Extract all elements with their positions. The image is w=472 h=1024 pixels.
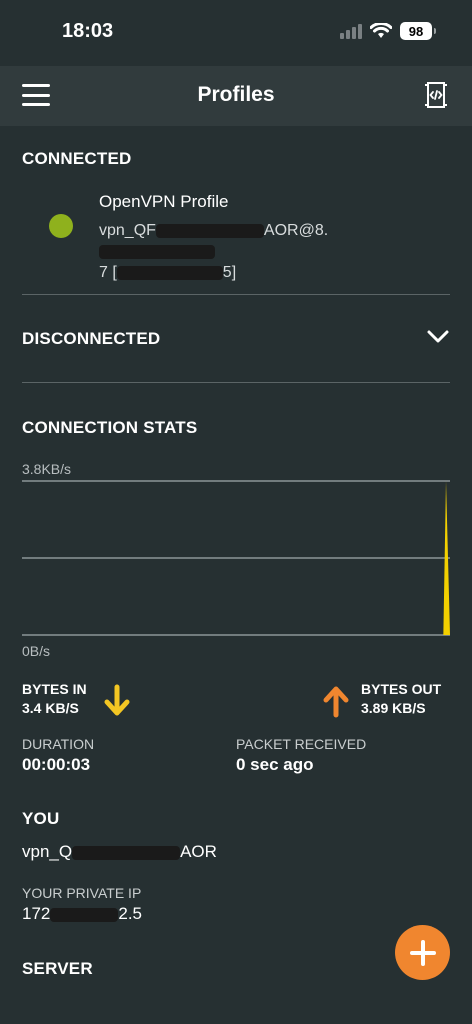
profile-subtitle: vpn_QF AOR@8. 7 [ 5] <box>99 220 429 283</box>
user-name: vpn_Q AOR <box>22 842 217 862</box>
plus-icon <box>409 939 436 966</box>
battery-level: 98 <box>408 23 424 39</box>
profile-subtitle-prefix: vpn_QF <box>99 222 156 239</box>
private-ip-prefix: 172 <box>22 904 51 923</box>
duration-label: DURATION <box>22 736 95 752</box>
import-profile-icon[interactable] <box>422 80 450 110</box>
packet-received-value: 0 sec ago <box>236 755 314 774</box>
wifi-icon <box>370 23 392 38</box>
chevron-down-icon[interactable] <box>426 329 450 345</box>
bytes-in-label: BYTES IN <box>22 681 87 697</box>
profile-subtitle-middle: AOR@8. <box>263 222 329 239</box>
private-ip-suffix: 2.5 <box>118 904 143 923</box>
section-divider-2 <box>22 382 450 383</box>
connection-stats-title: CONNECTION STATS <box>22 418 198 437</box>
status-bar: 18:03 98 <box>0 0 472 66</box>
profile-name: OpenVPN Profile <box>99 192 229 211</box>
duration-value: 00:00:03 <box>22 755 91 774</box>
app-header: Profiles <box>0 66 472 126</box>
bytes-out-arrow-icon <box>323 686 349 718</box>
user-name-suffix: AOR <box>180 842 217 861</box>
user-name-prefix: vpn_Q <box>22 842 73 861</box>
bytes-in-value: 3.4 KB/S <box>22 700 79 716</box>
bytes-out-label: BYTES OUT <box>361 681 442 697</box>
you-section-title: YOU <box>22 809 60 828</box>
battery-icon: 98 <box>400 22 436 40</box>
chart-max-label: 3.8KB/s <box>22 461 72 477</box>
bytes-out-value: 3.89 KB/S <box>361 700 426 716</box>
page-title: Profiles <box>197 83 275 106</box>
private-ip-value: 172 2.5 <box>22 904 142 924</box>
add-profile-button[interactable] <box>395 925 450 980</box>
status-time: 18:03 <box>62 20 114 42</box>
connected-section-title: CONNECTED <box>22 149 132 168</box>
connected-status-dot <box>49 214 73 238</box>
profile-subtitle-end: 5] <box>222 264 237 281</box>
profile-subtitle-line2: 7 [ <box>99 264 117 281</box>
signal-icon <box>340 23 362 39</box>
bytes-in-arrow-icon <box>104 684 130 716</box>
server-section-title: SERVER <box>22 959 93 978</box>
disconnected-section-title: DISCONNECTED <box>22 329 161 348</box>
chart-min-label: 0B/s <box>22 643 51 659</box>
packet-received-label: PACKET RECEIVED <box>236 736 367 752</box>
section-divider-1 <box>22 294 450 295</box>
status-icons: 98 <box>340 22 436 40</box>
private-ip-label: YOUR PRIVATE IP <box>22 885 142 901</box>
traffic-chart <box>22 480 450 636</box>
